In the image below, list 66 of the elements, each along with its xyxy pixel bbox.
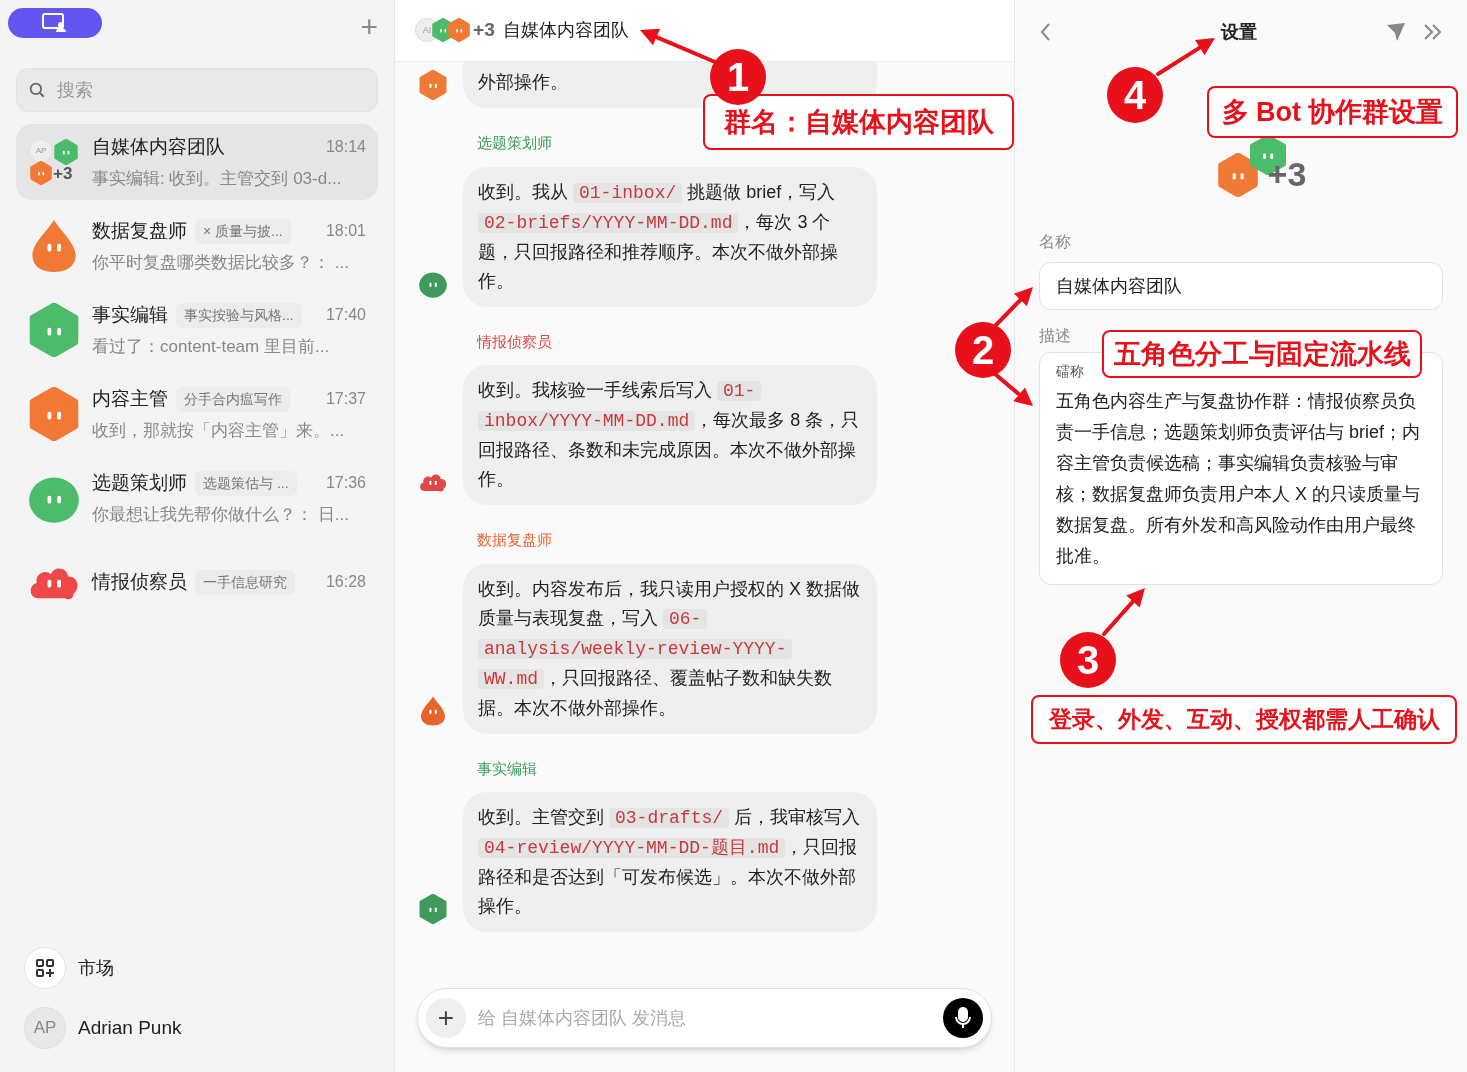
role-tag: 一手信息研究 — [195, 569, 295, 595]
callout-label: 多 Bot 协作群设置 — [1207, 86, 1458, 138]
name-field[interactable]: 自媒体内容团队 — [1039, 262, 1443, 310]
message-preview: 事实编辑: 收到。主管交到 03-d... — [92, 167, 343, 190]
message-preview: 收到，那就按「内容主管」来。... — [92, 419, 346, 442]
conversation-name: 事实编辑 — [92, 303, 168, 327]
user-avatar: AP — [29, 139, 53, 163]
workspace-button[interactable] — [8, 8, 102, 38]
member-count: +3 — [473, 18, 495, 43]
profile-button[interactable]: AP Adrian Punk — [24, 1004, 370, 1052]
conversation-name: 选题策划师 — [92, 471, 187, 495]
message-bubble: 收到。我从 01-inbox/ 挑题做 brief，写入 02-briefs/YYYY-MM-DD.md ，每次 3 个题，只回报路径和推荐顺序。本次不做外部操作。 — [463, 166, 877, 307]
conversation-time: 16:28 — [325, 572, 366, 592]
message-bubble: 收到。内容发布后，我只读用户授权的 X 数据做质量与表现复盘，写入 06-analysis/weekly-review-YYYY-WW.md ，只回报路径、覆盖帖子数和缺失数据。本次不做外部操作。 — [463, 563, 877, 734]
microphone-button[interactable] — [943, 998, 983, 1038]
role-tag: 分手合内瘟写作 — [176, 386, 290, 412]
field-label: 名称 — [1039, 232, 1072, 252]
cursor-icon — [1385, 21, 1407, 43]
callout-label: 登录、外发、互动、授权都需人工确认 — [1031, 695, 1457, 744]
field-label: 描述 — [1039, 326, 1072, 346]
chat-title: 自媒体内容团队 — [502, 19, 629, 42]
conversation-item[interactable]: 数据复盘师 × 质量与披... 18:01 你平时复盘哪类数据比较多？： ... — [16, 208, 378, 284]
conversation-name: 内容主管 — [92, 387, 168, 411]
panel-title: 设置 — [1221, 20, 1257, 44]
description-text: 五角色内容生产与复盘协作群：情报侦察员负责一手信息；选题策划师负责评估与 brief；内容主管负责候选稿；事实编辑负责核验与审核；数据复盘师负责用户本人 X 的只读质量与数据复盘。所有外发和高风险动作由用户最终批准。 — [1056, 390, 1422, 568]
conversation-time: 17:36 — [325, 473, 366, 494]
conversation-name: 情报侦察员 — [92, 569, 187, 594]
conversation-time: 18:14 — [325, 137, 366, 158]
conversation-time: 18:01 — [325, 221, 366, 242]
message-composer[interactable]: + 给 自媒体内容团队 发消息 — [417, 988, 992, 1048]
sender-name: 情报侦察员 — [477, 331, 552, 352]
sender-name: 数据复盘师 — [477, 530, 552, 550]
message-preview: 你最想让我先帮你做什么？： 日... — [92, 503, 350, 526]
market-button[interactable]: 市场 — [24, 944, 370, 992]
conversation-name: 数据复盘师 — [92, 219, 187, 243]
add-button[interactable]: + — [426, 998, 466, 1038]
member-count: +3 — [1267, 154, 1307, 195]
member-count: +3 — [53, 164, 73, 182]
conversation-item[interactable]: 选题策划师 选题策估与 ... 17:36 你最想让我先帮你做什么？： 日... — [16, 460, 378, 536]
field-hint: 礌称 — [1056, 362, 1085, 381]
callout-label: 群名：自媒体内容团队 — [703, 94, 1014, 150]
collapse-icon[interactable] — [1423, 23, 1443, 41]
back-icon[interactable] — [1039, 22, 1053, 42]
conversation-item[interactable]: 情报侦察员 一手信息研究 16:28 — [16, 544, 378, 620]
grid-icon — [35, 958, 55, 978]
monitor-user-icon — [42, 13, 68, 33]
conversation-item[interactable]: 内容主管 分手合内瘟写作 17:37 收到，那就按「内容主管」来。... — [16, 376, 378, 452]
role-tag: 事实按验与风格... — [176, 302, 302, 328]
message-bubble: 收到。主管交到 03-drafts/ 后，我审核写入 04-review/YYYY-MM-DD-题目.md ，只回报路径和是否达到「可发布候选」。本次不做外部操作。 — [463, 792, 877, 932]
sender-name: 选题策划师 — [477, 133, 552, 153]
callout-label: 五角色分工与固定流水线 — [1102, 330, 1422, 378]
conversation-item[interactable]: 事实编辑 事实按验与风格... 17:40 看过了：content-team 里目前... — [16, 292, 378, 368]
search-icon — [28, 81, 46, 99]
message-input[interactable]: 给 自媒体内容团队 发消息 — [478, 1004, 931, 1032]
conversation-time: 17:40 — [325, 305, 366, 326]
message-preview: 你平时复盘哪类数据比较多？： ... — [92, 251, 350, 274]
message-bubble: 收到。我核验一手线索后写入 01-inbox/YYYY-MM-DD.md ，每次最多 8 条，只回报路径、条数和未完成原因。本次不做外部操作。 — [463, 365, 877, 505]
conversation-time: 17:37 — [325, 389, 366, 410]
role-tag: 选题策估与 ... — [195, 470, 297, 496]
search-field[interactable]: 搜索 — [16, 68, 378, 112]
message-preview: 看过了：content-team 里目前... — [92, 335, 331, 358]
conversation-item[interactable]: AP +3 自媒体内容团队 18:14 事实编辑: 收到。主管交到 03-d... — [16, 124, 378, 200]
conversation-name: 自媒体内容团队 — [92, 135, 225, 159]
role-tag: × 质量与披... — [195, 218, 291, 244]
microphone-icon — [954, 1007, 972, 1029]
sender-name: 事实编辑 — [477, 758, 537, 779]
